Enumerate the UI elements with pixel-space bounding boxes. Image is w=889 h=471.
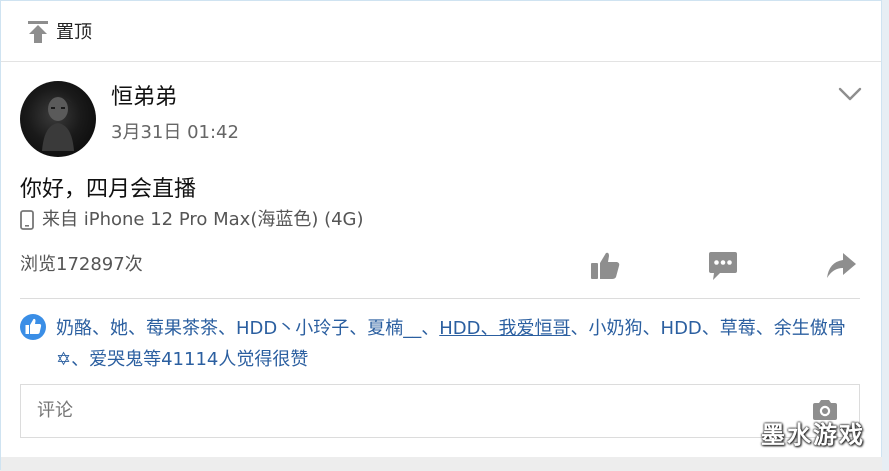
post-text: 你好，四月会直播 bbox=[20, 177, 197, 202]
thumbs-up-icon[interactable] bbox=[588, 249, 622, 283]
likes-names-underlined[interactable]: HDD、我爱恒哥 bbox=[439, 318, 570, 339]
avatar[interactable] bbox=[20, 81, 96, 157]
divider bbox=[20, 298, 860, 299]
comment-icon[interactable] bbox=[706, 249, 740, 283]
post-timestamp: 3月31日 01:42 bbox=[111, 122, 239, 143]
device-info: 来自 iPhone 12 Pro Max(海蓝色) (4G) bbox=[20, 207, 364, 233]
likes-text[interactable]: 奶酪、她、莓果茶茶、HDD丶小玲子、夏楠__、HDD、我爱恒哥、小奶狗、HDD、… bbox=[56, 313, 866, 375]
avatar-figure-icon bbox=[42, 96, 74, 151]
scrollbar-track[interactable] bbox=[882, 0, 889, 470]
chevron-down-icon[interactable] bbox=[837, 85, 863, 103]
watermark-text: 墨水游戏 bbox=[761, 421, 865, 449]
share-icon[interactable] bbox=[824, 249, 858, 283]
comment-placeholder: 评论 bbox=[37, 400, 73, 421]
comment-input[interactable]: 评论 bbox=[20, 384, 860, 438]
pin-to-top-icon bbox=[28, 21, 48, 43]
bottom-gap bbox=[1, 457, 883, 471]
phone-icon bbox=[20, 210, 34, 230]
thumbs-up-badge-icon bbox=[20, 314, 46, 340]
likes-names-part1[interactable]: 奶酪、她、莓果茶茶、HDD丶小玲子、夏楠__、 bbox=[56, 318, 439, 339]
post-card-frame: 置顶 恒弟弟 3月31日 01:42 你好，四月会直播 来自 iPhone 12… bbox=[0, 0, 883, 471]
pinned-label: 置顶 bbox=[56, 22, 92, 43]
view-count: 浏览172897次 bbox=[20, 254, 143, 275]
device-text: 来自 iPhone 12 Pro Max(海蓝色) (4G) bbox=[42, 209, 364, 230]
author-name[interactable]: 恒弟弟 bbox=[111, 84, 177, 112]
pinned-bar: 置顶 bbox=[1, 1, 881, 62]
